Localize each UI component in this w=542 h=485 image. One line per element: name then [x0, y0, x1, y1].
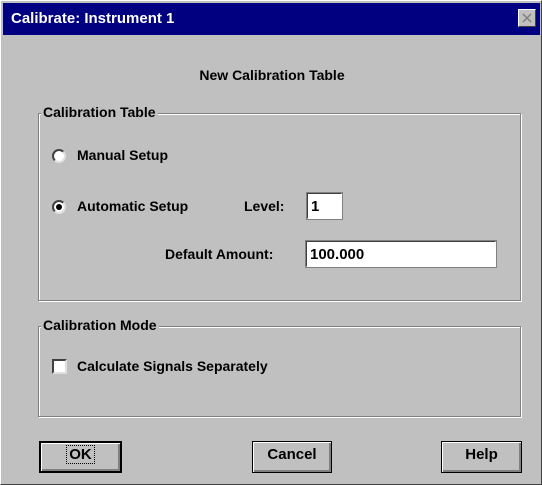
close-button[interactable]: [518, 9, 536, 27]
ok-button[interactable]: OK: [39, 441, 122, 473]
cancel-button[interactable]: Cancel: [252, 441, 332, 473]
default-amount-label: Default Amount:: [165, 246, 274, 262]
calculate-signals-checkbox[interactable]: [52, 359, 67, 374]
manual-setup-label[interactable]: Manual Setup: [77, 147, 168, 163]
default-amount-input[interactable]: 100.000: [305, 240, 497, 268]
automatic-setup-label[interactable]: Automatic Setup: [77, 198, 188, 214]
level-input[interactable]: 1: [306, 192, 343, 220]
close-icon: [522, 13, 532, 23]
manual-setup-radio[interactable]: [52, 149, 66, 163]
calibration-mode-group-label: Calibration Mode: [41, 317, 159, 333]
cancel-button-label: Cancel: [267, 446, 317, 463]
window-title: Calibrate: Instrument 1: [11, 10, 175, 27]
dialog-heading: New Calibration Table: [199, 67, 345, 83]
level-label: Level:: [244, 198, 285, 214]
ok-button-label: OK: [66, 445, 95, 464]
radio-selected-dot: [56, 204, 62, 210]
help-button-label: Help: [465, 446, 498, 463]
calculate-signals-label[interactable]: Calculate Signals Separately: [77, 358, 268, 374]
automatic-setup-radio[interactable]: [52, 200, 66, 214]
title-bar: Calibrate: Instrument 1: [3, 3, 540, 35]
help-button[interactable]: Help: [441, 441, 522, 473]
calibration-table-group-label: Calibration Table: [41, 104, 158, 120]
calibrate-dialog: Calibrate: Instrument 1 New Calibration …: [0, 0, 542, 485]
